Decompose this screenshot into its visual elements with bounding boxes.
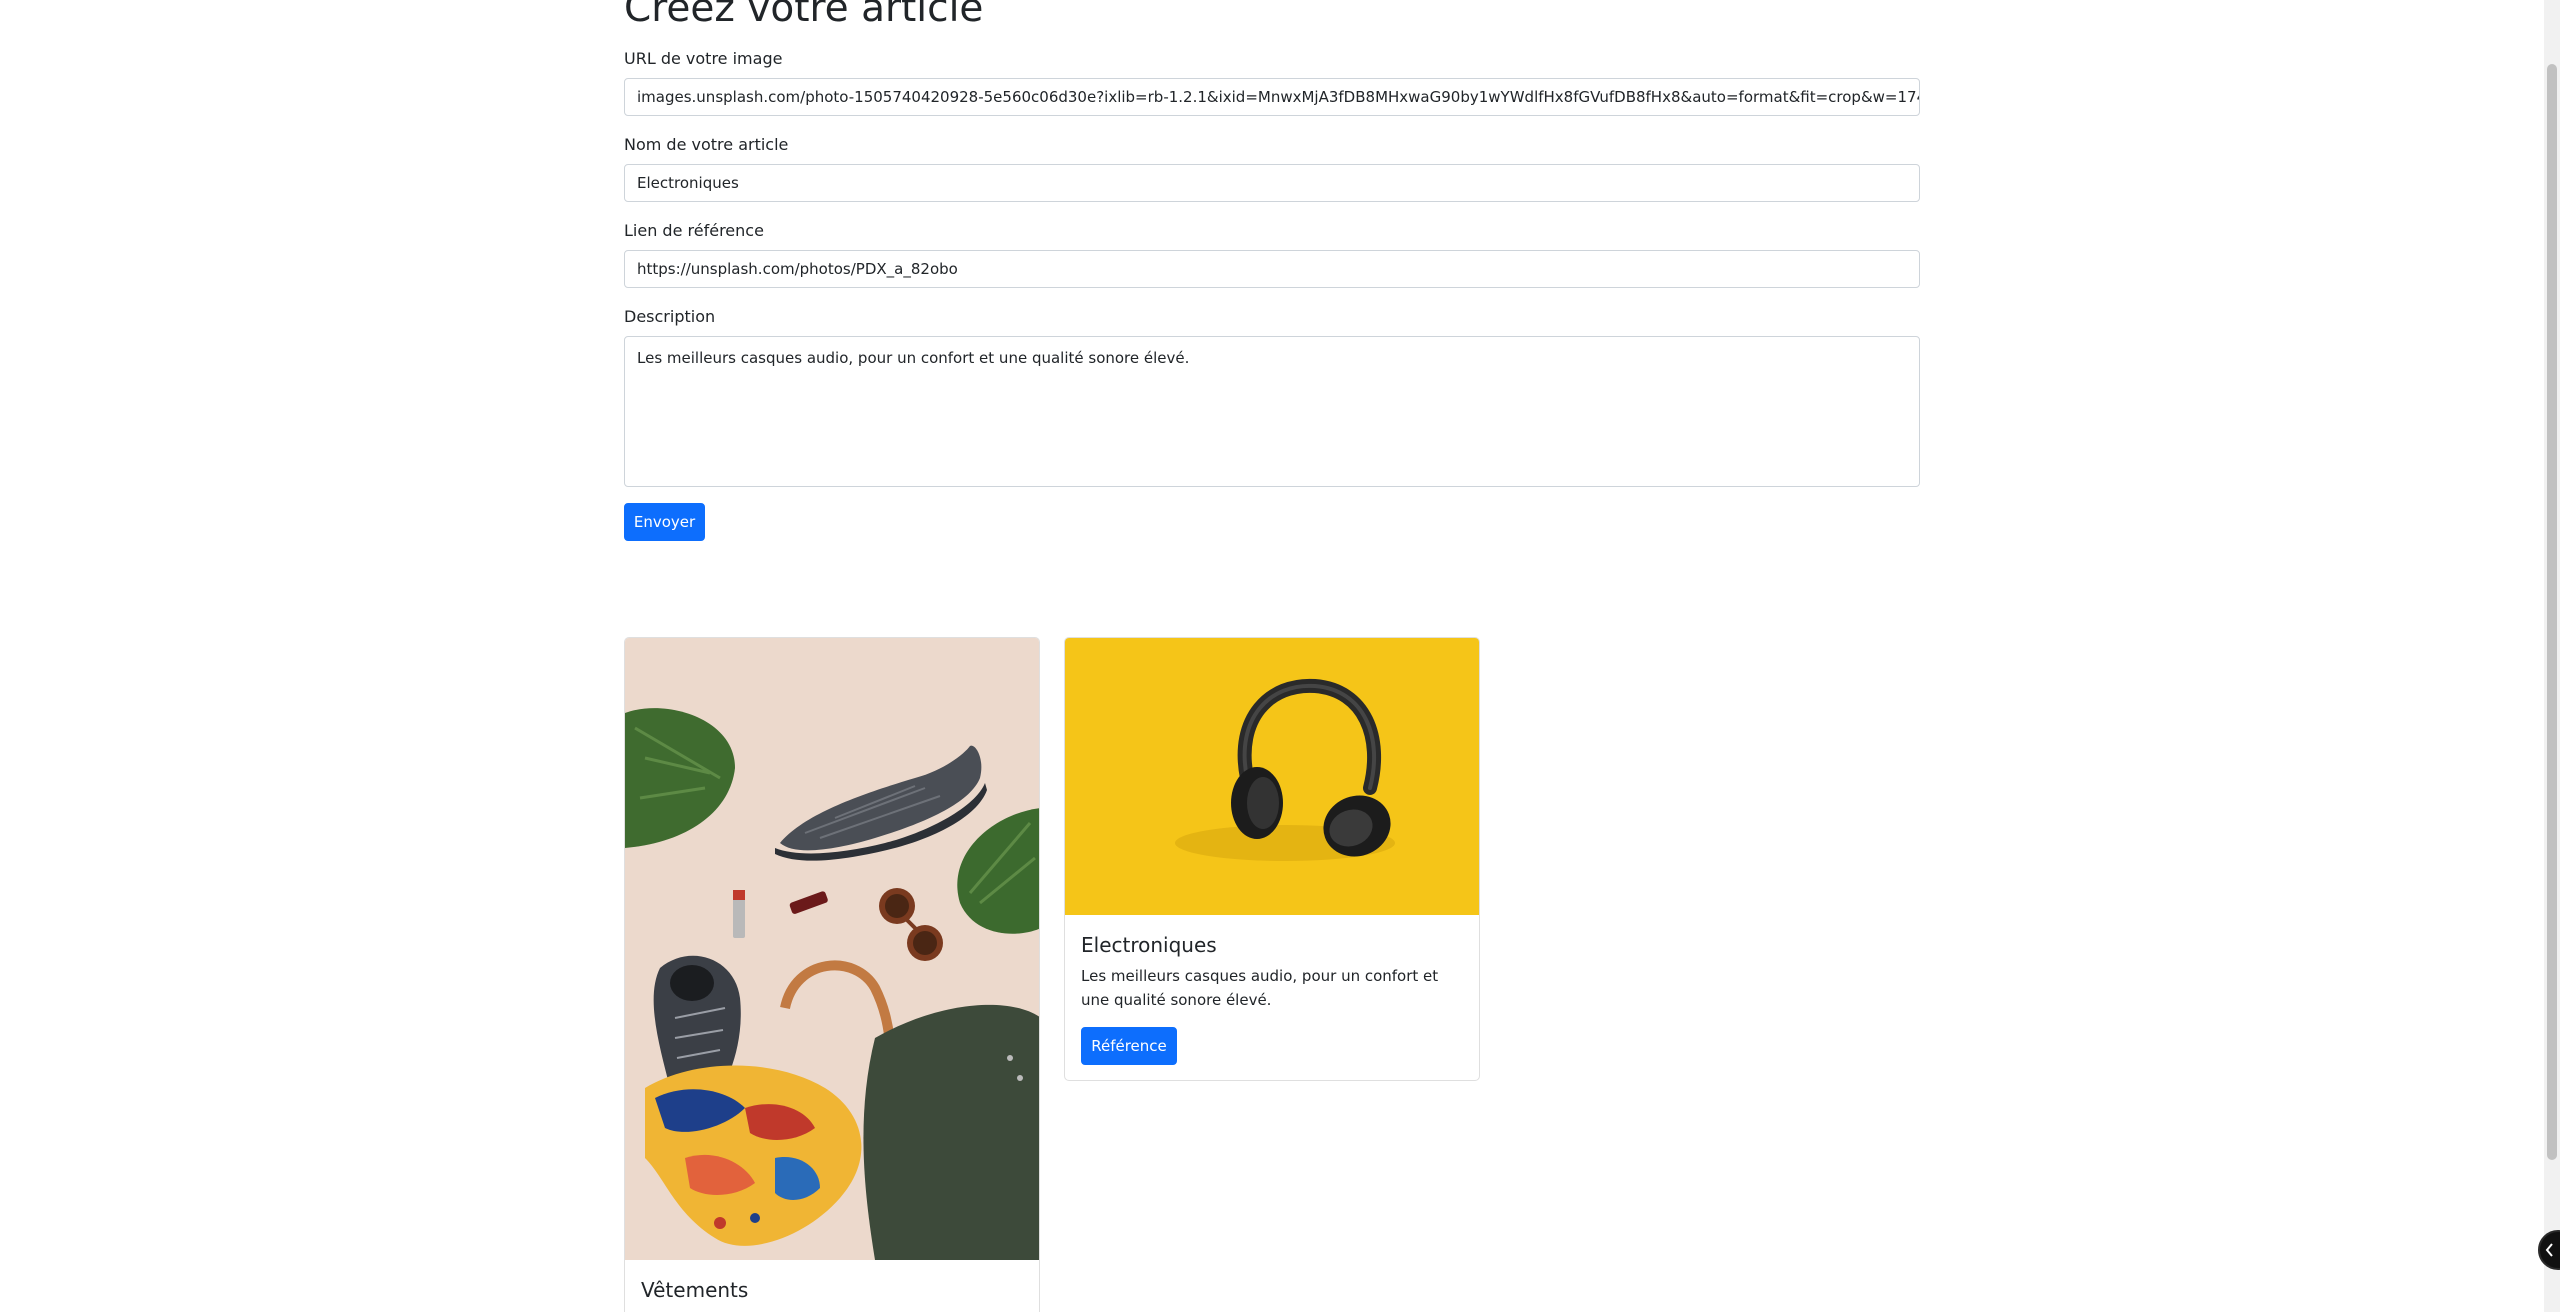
description-textarea[interactable]: Les meilleurs casques audio, pour un con… [624, 336, 1920, 487]
floating-action-button[interactable] [2538, 1230, 2560, 1270]
description-label: Description [624, 307, 716, 326]
image-url-input[interactable]: images.unsplash.com/photo-1505740420928-… [624, 78, 1920, 116]
image-url-label: URL de votre image [624, 49, 783, 68]
name-input[interactable]: Electroniques [624, 164, 1920, 202]
page: Créez votre article URL de votre image i… [0, 0, 2560, 1312]
submit-button[interactable]: Envoyer [624, 503, 705, 541]
reference-button[interactable]: Référence [1081, 1027, 1177, 1065]
article-card: Vêtements [624, 637, 1040, 1312]
chevron-left-icon [2545, 1243, 2553, 1257]
headphones-image [1065, 638, 1479, 915]
page-title: Créez votre article [624, 0, 984, 31]
name-label: Nom de votre article [624, 135, 789, 154]
card-title: Vêtements [641, 1278, 749, 1302]
card-text: Les meilleurs casques audio, pour un con… [1081, 967, 1439, 1009]
article-card: Electroniques Les meilleurs casques audi… [1064, 637, 1480, 1081]
reference-input[interactable]: https://unsplash.com/photos/PDX_a_82obo [624, 250, 1920, 288]
fashion-flatlay-image [625, 638, 1039, 1260]
scrollbar-thumb[interactable] [2547, 64, 2557, 1160]
card-title: Electroniques [1081, 933, 1217, 957]
reference-label: Lien de référence [624, 221, 764, 240]
